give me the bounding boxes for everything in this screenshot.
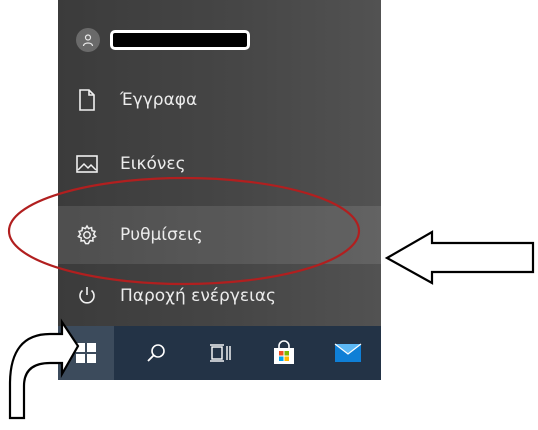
start-item-documents[interactable]: Έγγραφα [58,72,381,128]
start-item-label: Εικόνες [120,154,186,174]
redacted-user-name [110,30,250,50]
start-item-settings[interactable]: Ρυθμίσεις [58,206,381,264]
pictures-icon [76,153,98,175]
gear-icon [76,224,98,246]
start-button[interactable] [58,326,114,380]
document-icon [76,89,98,111]
start-item-label: Ρυθμίσεις [120,225,203,245]
mail-icon [334,343,362,362]
start-item-label: Παροχή ενέργειας [120,286,277,306]
power-icon [76,285,98,307]
search-button[interactable] [128,326,184,380]
start-menu: Έγγραφα Εικόνες Ρυθμίσεις Παροχή ενέργει… [58,0,381,330]
user-account-item[interactable] [58,10,381,70]
start-item-power[interactable]: Παροχή ενέργειας [58,268,381,324]
store-icon [274,340,294,364]
windows-start-icon [76,343,96,363]
start-item-label: Έγγραφα [120,90,198,110]
task-view-button[interactable] [192,326,248,380]
search-icon [147,344,165,362]
store-button[interactable] [256,326,312,380]
task-view-icon [210,344,231,362]
start-item-pictures[interactable]: Εικόνες [58,136,381,192]
user-avatar-icon [76,28,100,52]
mail-button[interactable] [320,326,376,380]
taskbar [58,326,381,380]
right-pointing-arrow-annotation [384,230,535,285]
